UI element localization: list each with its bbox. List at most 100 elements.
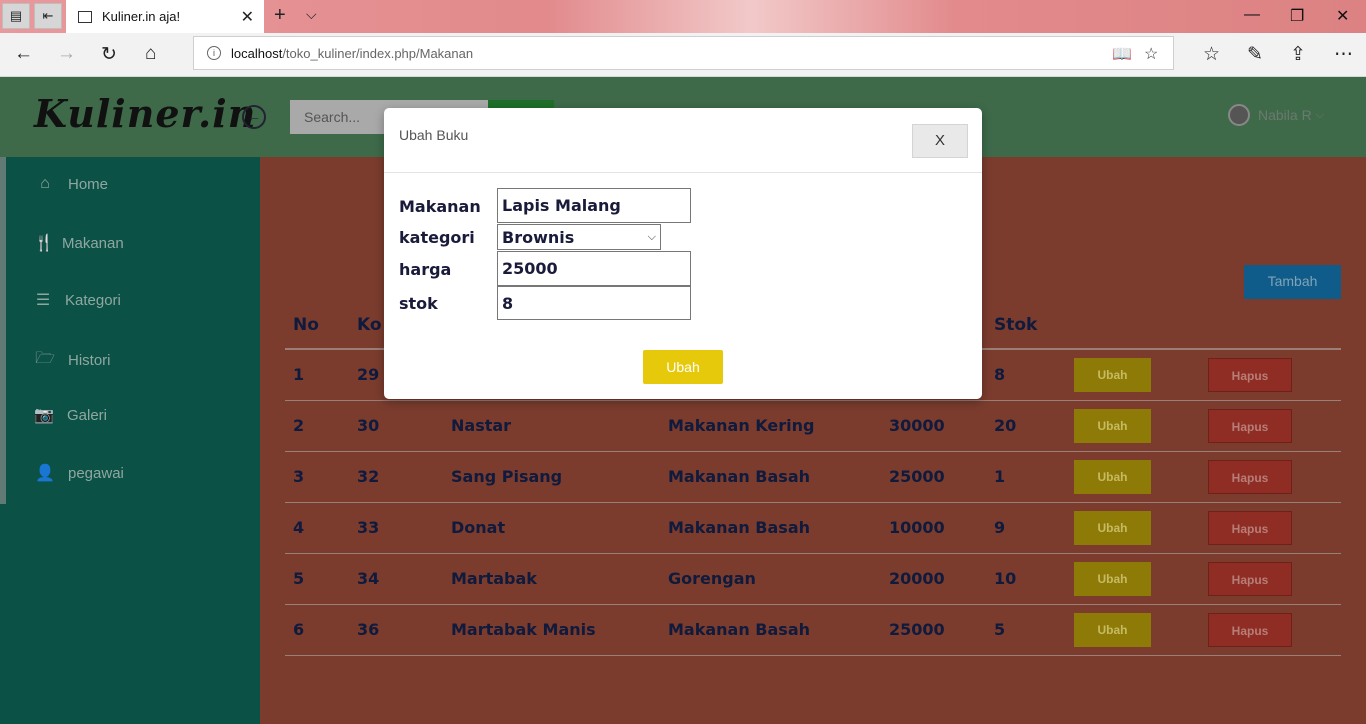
cell-no: 5: [285, 553, 349, 605]
cell-kategori: Makanan Kering: [660, 400, 881, 452]
cell-harga: 25000: [881, 451, 986, 503]
edit-button[interactable]: Ubah: [1074, 357, 1151, 392]
delete-button[interactable]: Hapus: [1208, 408, 1292, 443]
new-tab-icon[interactable]: +: [274, 4, 286, 27]
delete-button[interactable]: Hapus: [1208, 357, 1292, 392]
modal-close-button[interactable]: X: [912, 124, 968, 158]
site-logo[interactable]: Kuliner.in: [34, 91, 256, 136]
cell-nama: Donat: [443, 502, 660, 554]
column-header: Stok: [986, 302, 1066, 350]
home-icon[interactable]: ⌂: [145, 43, 156, 65]
table-row: 2 30 Nastar Makanan Kering 30000 20 Ubah Hapus: [285, 400, 1341, 452]
window-close-icon[interactable]: ✕: [1336, 6, 1349, 26]
user-icon: 👤: [35, 465, 55, 482]
tab-actions-icon[interactable]: ▤: [2, 3, 30, 29]
cell-kode: 33: [349, 502, 443, 554]
makanan-label: Makanan: [399, 197, 481, 216]
delete-button[interactable]: Hapus: [1208, 459, 1292, 494]
sidebar-item-makanan[interactable]: 🍴 Makanan: [34, 233, 124, 253]
table-row: 3 32 Sang Pisang Makanan Basah 25000 1 Ubah Hap…: [285, 451, 1341, 503]
tab-preview-icon[interactable]: ⌵: [306, 6, 317, 23]
edit-button[interactable]: Ubah: [1074, 561, 1151, 596]
sidebar-item-label: Home: [68, 175, 109, 193]
cell-edit: Ubah: [1066, 553, 1200, 605]
avatar: [1228, 104, 1250, 126]
cell-delete: Hapus: [1200, 502, 1341, 554]
cell-kode: 30: [349, 400, 443, 452]
cell-no: 1: [285, 349, 349, 401]
home-icon: ⌂: [40, 175, 50, 192]
table-row: 5 34 Martabak Gorengan 20000 10 Ubah Hapus: [285, 553, 1341, 605]
sidebar-item-galeri[interactable]: 📷 Galeri: [34, 405, 107, 425]
sidebar-toggle-icon[interactable]: ←: [242, 105, 266, 129]
submit-button[interactable]: Ubah: [643, 350, 723, 384]
modal-title: Ubah Buku: [399, 127, 469, 143]
cell-delete: Hapus: [1200, 349, 1341, 401]
cell-edit: Ubah: [1066, 451, 1200, 503]
address-bar[interactable]: i localhost /toko_kuliner/index.php/Maka…: [193, 36, 1174, 70]
url-path: /toko_kuliner/index.php/Makanan: [282, 45, 474, 61]
table-row: 4 33 Donat Makanan Basah 10000 9 Ubah Hapus: [285, 502, 1341, 554]
cell-harga: 30000: [881, 400, 986, 452]
cell-stok: 1: [986, 451, 1066, 503]
cell-delete: Hapus: [1200, 451, 1341, 503]
browser-tab[interactable]: Kuliner.in aja! ✕: [66, 0, 264, 33]
restore-icon[interactable]: ❐: [1290, 6, 1304, 26]
cell-harga: 10000: [881, 502, 986, 554]
cell-edit: Ubah: [1066, 349, 1200, 401]
delete-button[interactable]: Hapus: [1208, 510, 1292, 545]
browser-tab-bar: ▤ ⇤ Kuliner.in aja! ✕ + ⌵ — ❐ ✕: [0, 0, 1366, 33]
harga-input[interactable]: 25000: [497, 251, 691, 286]
sidebar-item-histori[interactable]: 🗁 Histori: [34, 347, 110, 374]
cell-nama: Martabak: [443, 553, 660, 605]
refresh-icon[interactable]: ↻: [101, 43, 117, 66]
set-aside-tabs-icon[interactable]: ⇤: [34, 3, 62, 29]
delete-button[interactable]: Hapus: [1208, 561, 1292, 596]
edit-button[interactable]: Ubah: [1074, 408, 1151, 443]
cell-harga: 20000: [881, 553, 986, 605]
browser-nav-bar: ← → ↻ ⌂ i localhost /toko_kuliner/index.…: [0, 33, 1366, 77]
cell-no: 3: [285, 451, 349, 503]
site-info-icon[interactable]: i: [207, 46, 221, 60]
cell-nama: Nastar: [443, 400, 660, 452]
minimize-icon[interactable]: —: [1244, 6, 1260, 24]
reading-view-icon[interactable]: 📖: [1112, 44, 1132, 64]
sidebar-item-home[interactable]: ⌂ Home: [34, 175, 108, 193]
share-icon[interactable]: ⇪: [1290, 43, 1306, 66]
sidebar-item-label: Galeri: [67, 406, 108, 424]
back-icon[interactable]: ←: [14, 43, 33, 65]
modal-divider: [384, 172, 982, 173]
column-header: [1200, 302, 1341, 350]
cell-delete: Hapus: [1200, 400, 1341, 452]
cell-kategori: Gorengan: [660, 553, 881, 605]
cell-nama: Martabak Manis: [443, 604, 660, 656]
camera-icon: 📷: [34, 407, 54, 424]
url-host: localhost: [231, 45, 283, 61]
cell-kode: 34: [349, 553, 443, 605]
add-button[interactable]: Tambah: [1244, 265, 1341, 299]
sidebar-item-label: Kategori: [65, 291, 121, 309]
kategori-select[interactable]: Brownis ⌵: [497, 224, 661, 250]
folder-icon: 🗁: [35, 350, 55, 367]
favorite-star-icon[interactable]: ☆: [1144, 44, 1158, 64]
favorites-icon[interactable]: ☆: [1203, 43, 1220, 66]
page-icon: [78, 10, 92, 23]
edit-button[interactable]: Ubah: [1074, 612, 1151, 647]
stok-input[interactable]: 8: [497, 286, 691, 320]
user-menu[interactable]: Nabila R ⌵: [1228, 104, 1324, 126]
forward-icon[interactable]: →: [57, 43, 76, 65]
tab-title: Kuliner.in aja!: [102, 9, 181, 24]
notes-pen-icon[interactable]: ✎: [1247, 43, 1263, 66]
menu-icon: ☰: [35, 292, 51, 309]
edit-button[interactable]: Ubah: [1074, 510, 1151, 545]
cell-edit: Ubah: [1066, 400, 1200, 452]
cell-kategori: Makanan Basah: [660, 502, 881, 554]
close-tab-icon[interactable]: ✕: [241, 7, 254, 27]
makanan-input[interactable]: Lapis Malang: [497, 188, 691, 223]
edit-button[interactable]: Ubah: [1074, 459, 1151, 494]
more-icon[interactable]: ⋯: [1334, 43, 1353, 66]
sidebar-item-kategori[interactable]: ☰ Kategori: [34, 290, 121, 310]
chevron-down-icon: ⌵: [1315, 108, 1325, 121]
delete-button[interactable]: Hapus: [1208, 612, 1292, 647]
sidebar-item-pegawai[interactable]: 👤 pegawai: [34, 463, 124, 483]
